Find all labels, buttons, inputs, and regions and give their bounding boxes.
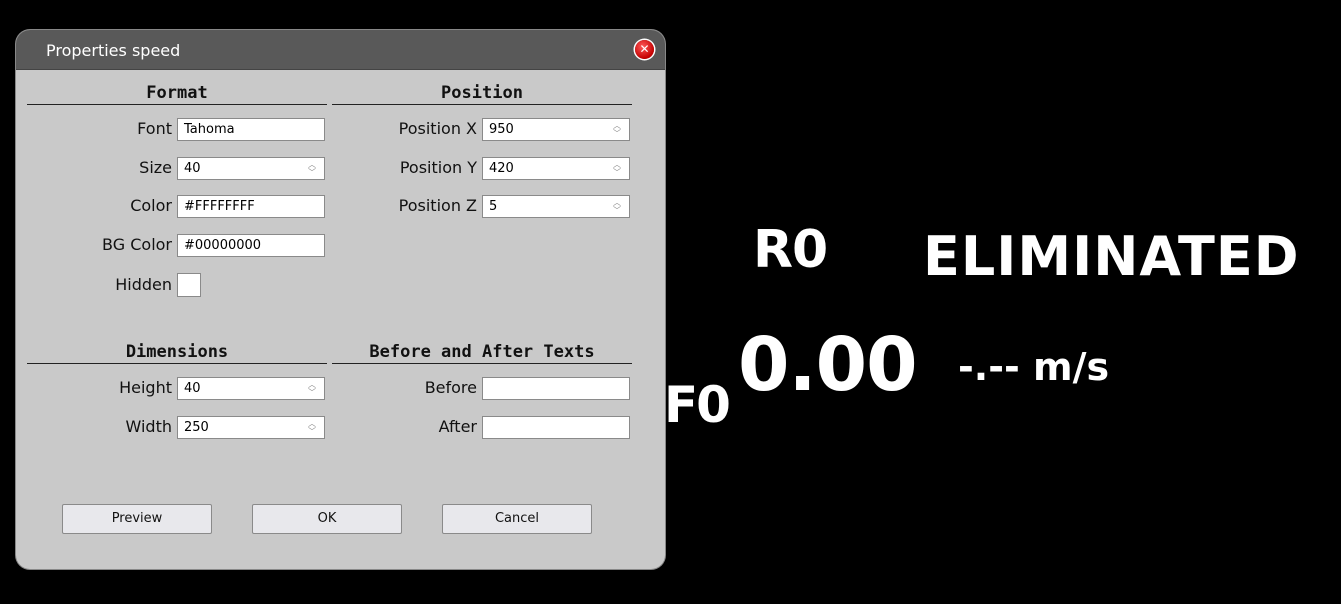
properties-dialog: Properties speed ✕ Format Font Tahoma Si… [16, 30, 665, 569]
font-input[interactable]: Tahoma [177, 118, 325, 141]
position-heading: Position [332, 82, 632, 105]
after-label: After [438, 417, 477, 436]
texts-heading: Before and After Texts [332, 341, 632, 364]
speed-unit-text: -.-- m/s [958, 345, 1110, 389]
position-z-value: 5 [489, 199, 498, 214]
close-icon[interactable]: ✕ [635, 40, 654, 59]
height-label: Height [119, 378, 172, 397]
size-label: Size [139, 158, 172, 177]
spin-arrows-icon[interactable]: ︿ ﹀ [611, 122, 623, 138]
dialog-title: Properties speed [46, 41, 181, 60]
width-spinbox[interactable]: 250 ︿ ﹀ [177, 416, 325, 439]
size-spinbox[interactable]: 40 ︿ ﹀ [177, 157, 325, 180]
font-value: Tahoma [184, 122, 235, 137]
spin-arrows-icon[interactable]: ︿ ﹀ [306, 161, 318, 177]
rank-text: R0 [753, 220, 828, 280]
hidden-label: Hidden [115, 275, 172, 294]
preview-button[interactable]: Preview [62, 504, 212, 534]
color-label: Color [130, 196, 172, 215]
before-input[interactable] [482, 377, 630, 400]
position-x-label: Position X [398, 119, 477, 138]
color-value: #FFFFFFFF [184, 199, 255, 214]
bgcolor-label: BG Color [102, 235, 172, 254]
position-y-label: Position Y [399, 158, 477, 177]
height-spinbox[interactable]: 40 ︿ ﹀ [177, 377, 325, 400]
dimensions-heading: Dimensions [27, 341, 327, 364]
height-value: 40 [184, 381, 201, 396]
position-z-label: Position Z [398, 196, 477, 215]
spin-arrows-icon[interactable]: ︿ ﹀ [306, 420, 318, 436]
font-label: Font [137, 119, 172, 138]
status-text: ELIMINATED [923, 225, 1300, 288]
position-x-value: 950 [489, 122, 514, 137]
width-value: 250 [184, 420, 209, 435]
before-label: Before [424, 378, 477, 397]
speed-value: 0.00 [738, 322, 918, 408]
position-x-spinbox[interactable]: 950 ︿ ﹀ [482, 118, 630, 141]
position-y-value: 420 [489, 161, 514, 176]
position-z-spinbox[interactable]: 5 ︿ ﹀ [482, 195, 630, 218]
format-heading: Format [27, 82, 327, 105]
ok-button[interactable]: OK [252, 504, 402, 534]
spin-arrows-icon[interactable]: ︿ ﹀ [306, 381, 318, 397]
hidden-checkbox[interactable] [177, 273, 201, 297]
spin-arrows-icon[interactable]: ︿ ﹀ [611, 161, 623, 177]
dialog-titlebar[interactable]: Properties speed ✕ [16, 30, 665, 70]
faults-text: F0 [664, 376, 731, 434]
spin-arrows-icon[interactable]: ︿ ﹀ [611, 199, 623, 215]
cancel-button[interactable]: Cancel [442, 504, 592, 534]
width-label: Width [125, 417, 172, 436]
position-y-spinbox[interactable]: 420 ︿ ﹀ [482, 157, 630, 180]
size-value: 40 [184, 161, 201, 176]
bgcolor-value: #00000000 [184, 238, 262, 253]
after-input[interactable] [482, 416, 630, 439]
color-input[interactable]: #FFFFFFFF [177, 195, 325, 218]
bgcolor-input[interactable]: #00000000 [177, 234, 325, 257]
